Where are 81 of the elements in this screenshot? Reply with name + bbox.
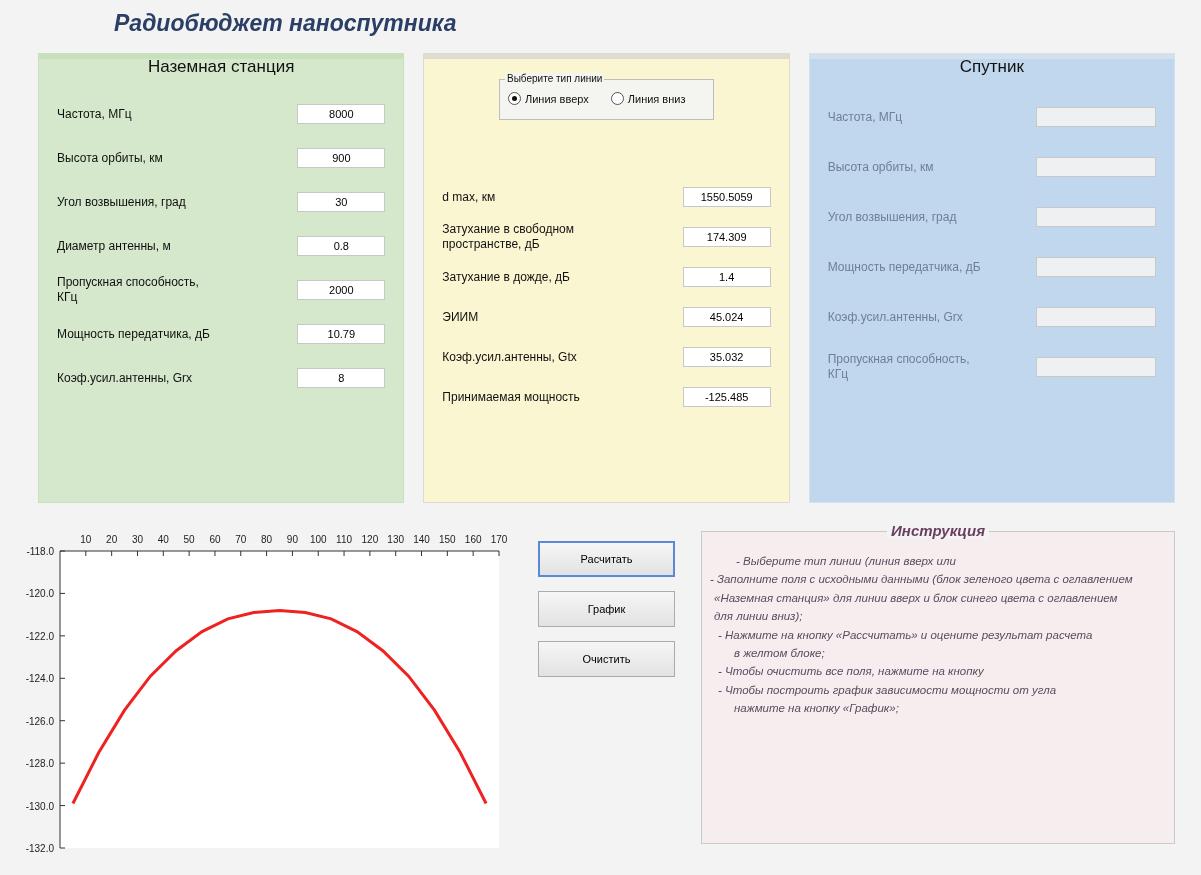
instruction-text: - Чтобы очистить все поля, нажмите на кнопку — [717, 664, 985, 680]
action-button[interactable]: График — [538, 591, 675, 627]
field-label: Угол возвышения, град — [827, 209, 957, 225]
input-field[interactable]: 174.309 — [682, 227, 771, 247]
field-label: Коэф.усил.антенны, Grx — [827, 309, 963, 325]
field-label: ЭИИМ — [442, 309, 479, 325]
tick-label: 50 — [183, 534, 195, 545]
tick-label: 140 — [413, 534, 430, 545]
tick-label: -122.0 — [25, 630, 54, 642]
field-label: Частота, МГц — [57, 106, 132, 122]
field-label: Коэф.усил.антенны, Grx — [57, 370, 193, 386]
instruction-text: - Заполните поля с исходными данными (блок зеленого цвета с оглавлением — [710, 572, 1134, 588]
field-label: Принимаемая мощность — [442, 389, 580, 405]
panel-title: Наземная станция — [146, 57, 296, 77]
tick-label: -124.0 — [25, 673, 54, 685]
input-field[interactable]: 1550.5059 — [682, 187, 771, 207]
tick-label: 110 — [336, 534, 353, 545]
input-field[interactable]: -125.485 — [682, 387, 771, 407]
input-field[interactable] — [1036, 307, 1156, 327]
input-field[interactable]: 30 — [297, 192, 386, 212]
tick-label: 70 — [235, 534, 247, 545]
instruction-text: - Чтобы построить график зависимости мощности от угла — [717, 682, 1058, 698]
field-label: Пропускная способность, КГц — [827, 352, 971, 382]
input-field[interactable] — [1036, 157, 1156, 177]
input-field[interactable]: 45.024 — [682, 307, 771, 327]
input-field[interactable]: 8 — [297, 368, 386, 388]
input-field[interactable] — [1036, 357, 1156, 377]
tick-label: 130 — [387, 534, 405, 545]
radio-option[interactable]: Линия вниз — [610, 92, 686, 105]
app-title: Радиобюджет наноспутника — [114, 10, 458, 37]
tick-label: -118.0 — [26, 546, 54, 557]
group-title: Выберите тип линии — [505, 73, 605, 84]
tick-label: 150 — [439, 534, 456, 545]
tick-label: -128.0 — [25, 758, 54, 770]
input-field[interactable]: 10.79 — [297, 324, 386, 344]
instruction-text: в желтом блоке; — [733, 645, 826, 661]
input-field[interactable]: 2000 — [297, 280, 386, 300]
tick-label: 40 — [157, 534, 169, 545]
tick-label: -132.0 — [25, 843, 54, 854]
panel-title: Спутник — [958, 57, 1025, 77]
input-field[interactable]: 900 — [297, 148, 386, 168]
tick-label: 120 — [361, 534, 379, 545]
instruction-text: для линии вниз); — [713, 609, 804, 625]
tick-label: 30 — [131, 534, 144, 545]
tick-label: 100 — [309, 534, 327, 545]
tick-label: 20 — [106, 534, 118, 545]
field-label: Мощность передатчика, дБ — [57, 326, 210, 342]
tick-label: -130.0 — [25, 800, 54, 812]
tick-label: -120.0 — [25, 588, 54, 600]
radio-option[interactable]: Линия вверх — [508, 92, 589, 105]
field-label: Коэф.усил.антенны, Gtx — [442, 349, 577, 365]
field-label: Высота орбиты, км — [827, 159, 934, 175]
input-field[interactable]: 0.8 — [297, 236, 386, 256]
input-field[interactable] — [1036, 207, 1156, 227]
input-field[interactable]: 8000 — [297, 104, 386, 124]
instruction-text: «Наземная станция» для линии вверх и блок синего цвета с оглавлением — [713, 590, 1119, 606]
action-button[interactable]: Расчитать — [538, 541, 675, 577]
field-label: Затухание в свободном пространстве, дБ — [442, 222, 575, 252]
tick-label: 80 — [261, 534, 273, 545]
tick-label: 60 — [209, 534, 221, 545]
tick-label: 90 — [286, 534, 298, 545]
field-label: Затухание в дожде, дБ — [442, 269, 570, 285]
field-label: Угол возвышения, град — [57, 194, 186, 210]
tick-label: -126.0 — [25, 715, 54, 727]
field-label: d max, км — [442, 189, 496, 205]
instruction-text: - Выберите тип линии (линия вверх или — [735, 554, 957, 569]
field-label: Диаметр антенны, м — [57, 238, 171, 254]
instruction-text: нажмите на кнопку «График»; — [733, 701, 900, 717]
instruction-text: - Нажмите на кнопку «Рассчитать» и оцените результат расчета — [717, 627, 1094, 643]
field-label: Пропускная способность, КГц — [57, 275, 200, 305]
field-label: Высота орбиты, км — [57, 150, 163, 166]
input-field[interactable] — [1036, 257, 1156, 277]
action-button[interactable]: Очистить — [538, 641, 675, 677]
input-field[interactable]: 1.4 — [682, 267, 771, 287]
field-label: Мощность передатчика, дБ — [827, 259, 981, 275]
tick-label: 170 — [490, 534, 508, 545]
tick-label: 160 — [464, 534, 482, 545]
tick-label: 10 — [80, 534, 92, 545]
field-label: Частота, МГц — [827, 109, 903, 125]
input-field[interactable] — [1036, 107, 1156, 127]
input-field[interactable]: 35.032 — [682, 347, 771, 367]
